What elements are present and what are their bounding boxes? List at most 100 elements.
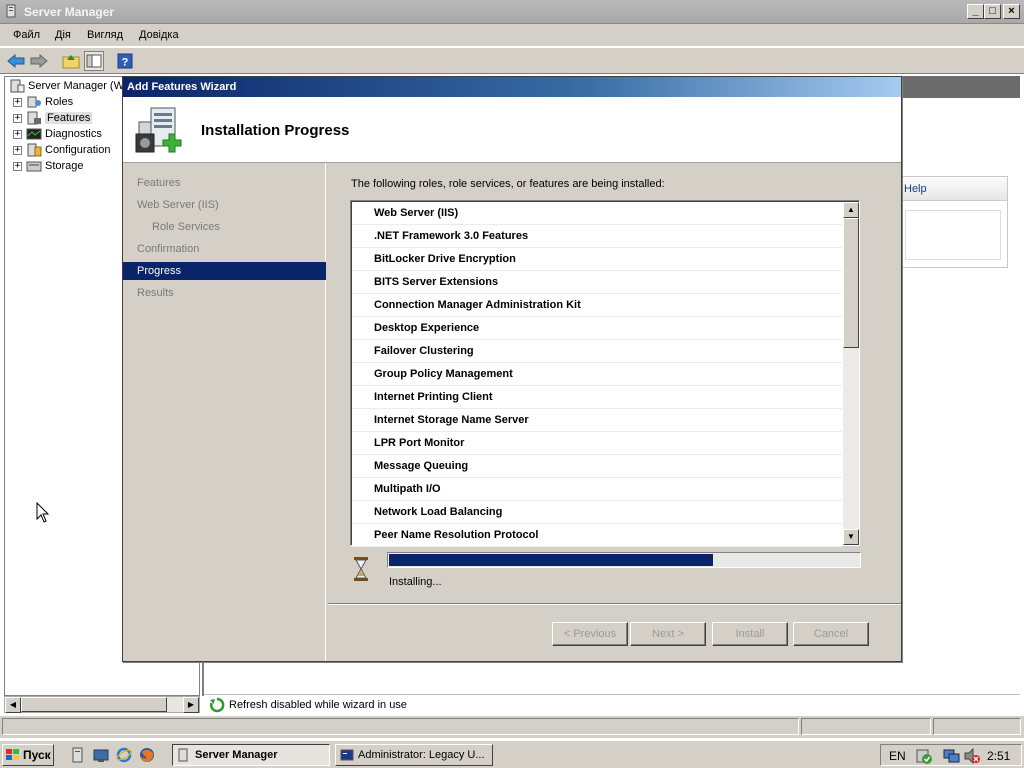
show-desktop-icon[interactable] xyxy=(93,747,109,763)
status-text: Refresh disabled while wizard in use xyxy=(229,699,407,711)
tree-horizontal-scrollbar[interactable]: ◀ ▶ xyxy=(4,696,200,713)
status-cell xyxy=(933,718,1021,735)
menu-file[interactable]: Файл xyxy=(13,29,40,41)
next-button[interactable]: Next > xyxy=(630,622,706,646)
help-panel-header: Help xyxy=(901,177,1007,201)
security-shield-icon[interactable] xyxy=(915,747,933,765)
tree-item-diagnostics[interactable]: + Diagnostics xyxy=(13,126,102,142)
scroll-left-icon[interactable]: ◀ xyxy=(5,697,21,713)
expand-icon[interactable]: + xyxy=(13,161,22,171)
status-cell xyxy=(801,718,931,735)
menu-action[interactable]: Дія xyxy=(55,29,71,41)
step-results[interactable]: Results xyxy=(123,284,326,302)
server-manager-icon xyxy=(6,4,16,18)
wizard-title: Add Features Wizard xyxy=(127,81,237,93)
menu-help[interactable]: Довідка xyxy=(139,29,179,41)
start-label: Пуск xyxy=(23,748,51,762)
svg-text:?: ? xyxy=(122,57,129,69)
step-web-server[interactable]: Web Server (IIS) xyxy=(123,196,326,214)
help-panel: Help xyxy=(900,176,1008,268)
list-item: BITS Server Extensions xyxy=(352,271,842,294)
footer-divider xyxy=(328,603,901,605)
show-hide-tree-icon[interactable] xyxy=(84,51,104,71)
install-progress-bar xyxy=(387,552,861,568)
scroll-thumb[interactable] xyxy=(843,218,859,348)
help-icon[interactable]: ? xyxy=(115,51,135,71)
tree-root[interactable]: Server Manager (W xyxy=(9,78,124,94)
expand-icon[interactable]: + xyxy=(13,145,22,155)
list-item: LPR Port Monitor xyxy=(352,432,842,455)
step-confirmation[interactable]: Confirmation xyxy=(123,240,326,258)
step-progress[interactable]: Progress xyxy=(123,262,326,280)
expand-icon[interactable]: + xyxy=(13,97,22,107)
help-link[interactable]: Help xyxy=(904,183,927,195)
taskbar-server-manager[interactable]: Server Manager xyxy=(172,744,330,766)
scroll-up-icon[interactable]: ▲ xyxy=(843,202,859,218)
previous-button[interactable]: < Previous xyxy=(552,622,628,646)
help-panel-body xyxy=(905,210,1001,260)
wizard-titlebar[interactable]: Add Features Wizard xyxy=(123,77,901,97)
scroll-right-icon[interactable]: ▶ xyxy=(183,697,199,713)
scroll-thumb[interactable] xyxy=(21,697,167,712)
clock: 2:51 xyxy=(987,749,1011,763)
list-item: Network Load Balancing xyxy=(352,501,842,524)
status-cell xyxy=(2,718,799,735)
server-manager-quicklaunch-icon[interactable] xyxy=(70,747,86,763)
tree-item-features[interactable]: + Features xyxy=(13,110,93,126)
windows-logo-icon xyxy=(6,749,19,760)
install-button[interactable]: Install xyxy=(712,622,788,646)
progress-fill xyxy=(389,554,713,566)
tree-item-label: Roles xyxy=(45,96,74,108)
internet-explorer-icon[interactable] xyxy=(116,747,132,763)
close-button[interactable]: × xyxy=(1003,4,1020,19)
list-item: Internet Storage Name Server xyxy=(352,409,842,432)
firefox-icon[interactable] xyxy=(139,747,155,763)
list-item: Desktop Experience xyxy=(352,317,842,340)
menu-view[interactable]: Вигляд xyxy=(87,29,123,41)
volume-muted-icon[interactable] xyxy=(963,747,981,765)
network-icon[interactable] xyxy=(943,747,961,765)
step-features[interactable]: Features xyxy=(123,174,326,192)
language-indicator[interactable]: EN xyxy=(889,749,906,763)
list-vertical-scrollbar[interactable]: ▲ ▼ xyxy=(843,202,859,545)
console-icon xyxy=(340,749,354,761)
maximize-button[interactable]: □ xyxy=(984,4,1001,19)
refresh-icon xyxy=(209,697,225,713)
server-manager-icon xyxy=(178,748,188,762)
list-item: Failover Clustering xyxy=(352,340,842,363)
up-folder-icon[interactable] xyxy=(61,51,81,71)
list-item: Group Policy Management xyxy=(352,363,842,386)
expand-icon[interactable]: + xyxy=(13,113,22,123)
cancel-button[interactable]: Cancel xyxy=(793,622,869,646)
add-features-wizard: Add Features Wizard Installation Progres… xyxy=(122,76,902,662)
toolbar: ? xyxy=(0,47,1024,74)
tree-item-storage[interactable]: + Storage xyxy=(13,158,84,174)
main-titlebar[interactable]: Server Manager _ □ × xyxy=(0,0,1024,24)
start-button[interactable]: Пуск xyxy=(2,744,54,766)
taskbar: Пуск Server Manager Administrator: Legac… xyxy=(0,740,1024,768)
server-manager-icon xyxy=(10,79,25,93)
wizard-steps: Features Web Server (IIS) Role Services … xyxy=(123,163,326,661)
wizard-content: The following roles, role services, or f… xyxy=(328,163,901,603)
list-item: Internet Printing Client xyxy=(352,386,842,409)
step-role-services[interactable]: Role Services xyxy=(123,218,326,236)
forward-icon[interactable] xyxy=(29,51,49,71)
list-item: Web Server (IIS) xyxy=(352,202,842,225)
hourglass-icon xyxy=(354,557,368,581)
wizard-header: Installation Progress xyxy=(123,97,901,163)
back-icon[interactable] xyxy=(6,51,26,71)
scroll-down-icon[interactable]: ▼ xyxy=(843,529,859,545)
taskbar-administrator-console[interactable]: Administrator: Legacy U... xyxy=(335,744,493,766)
list-item: .NET Framework 3.0 Features xyxy=(352,225,842,248)
install-items-list[interactable]: Web Server (IIS) .NET Framework 3.0 Featu… xyxy=(350,200,860,547)
tree-item-roles[interactable]: + Roles xyxy=(13,94,73,110)
list-item: Multipath I/O xyxy=(352,478,842,501)
task-label: Administrator: Legacy U... xyxy=(358,749,485,761)
intro-text: The following roles, role services, or f… xyxy=(351,178,665,190)
tree-item-label: Configuration xyxy=(45,144,111,156)
minimize-button[interactable]: _ xyxy=(967,4,984,19)
expand-icon[interactable]: + xyxy=(13,129,22,139)
tree-item-configuration[interactable]: + Configuration xyxy=(13,142,110,158)
configuration-icon xyxy=(27,143,42,157)
progress-status-text: Installing... xyxy=(389,576,442,588)
